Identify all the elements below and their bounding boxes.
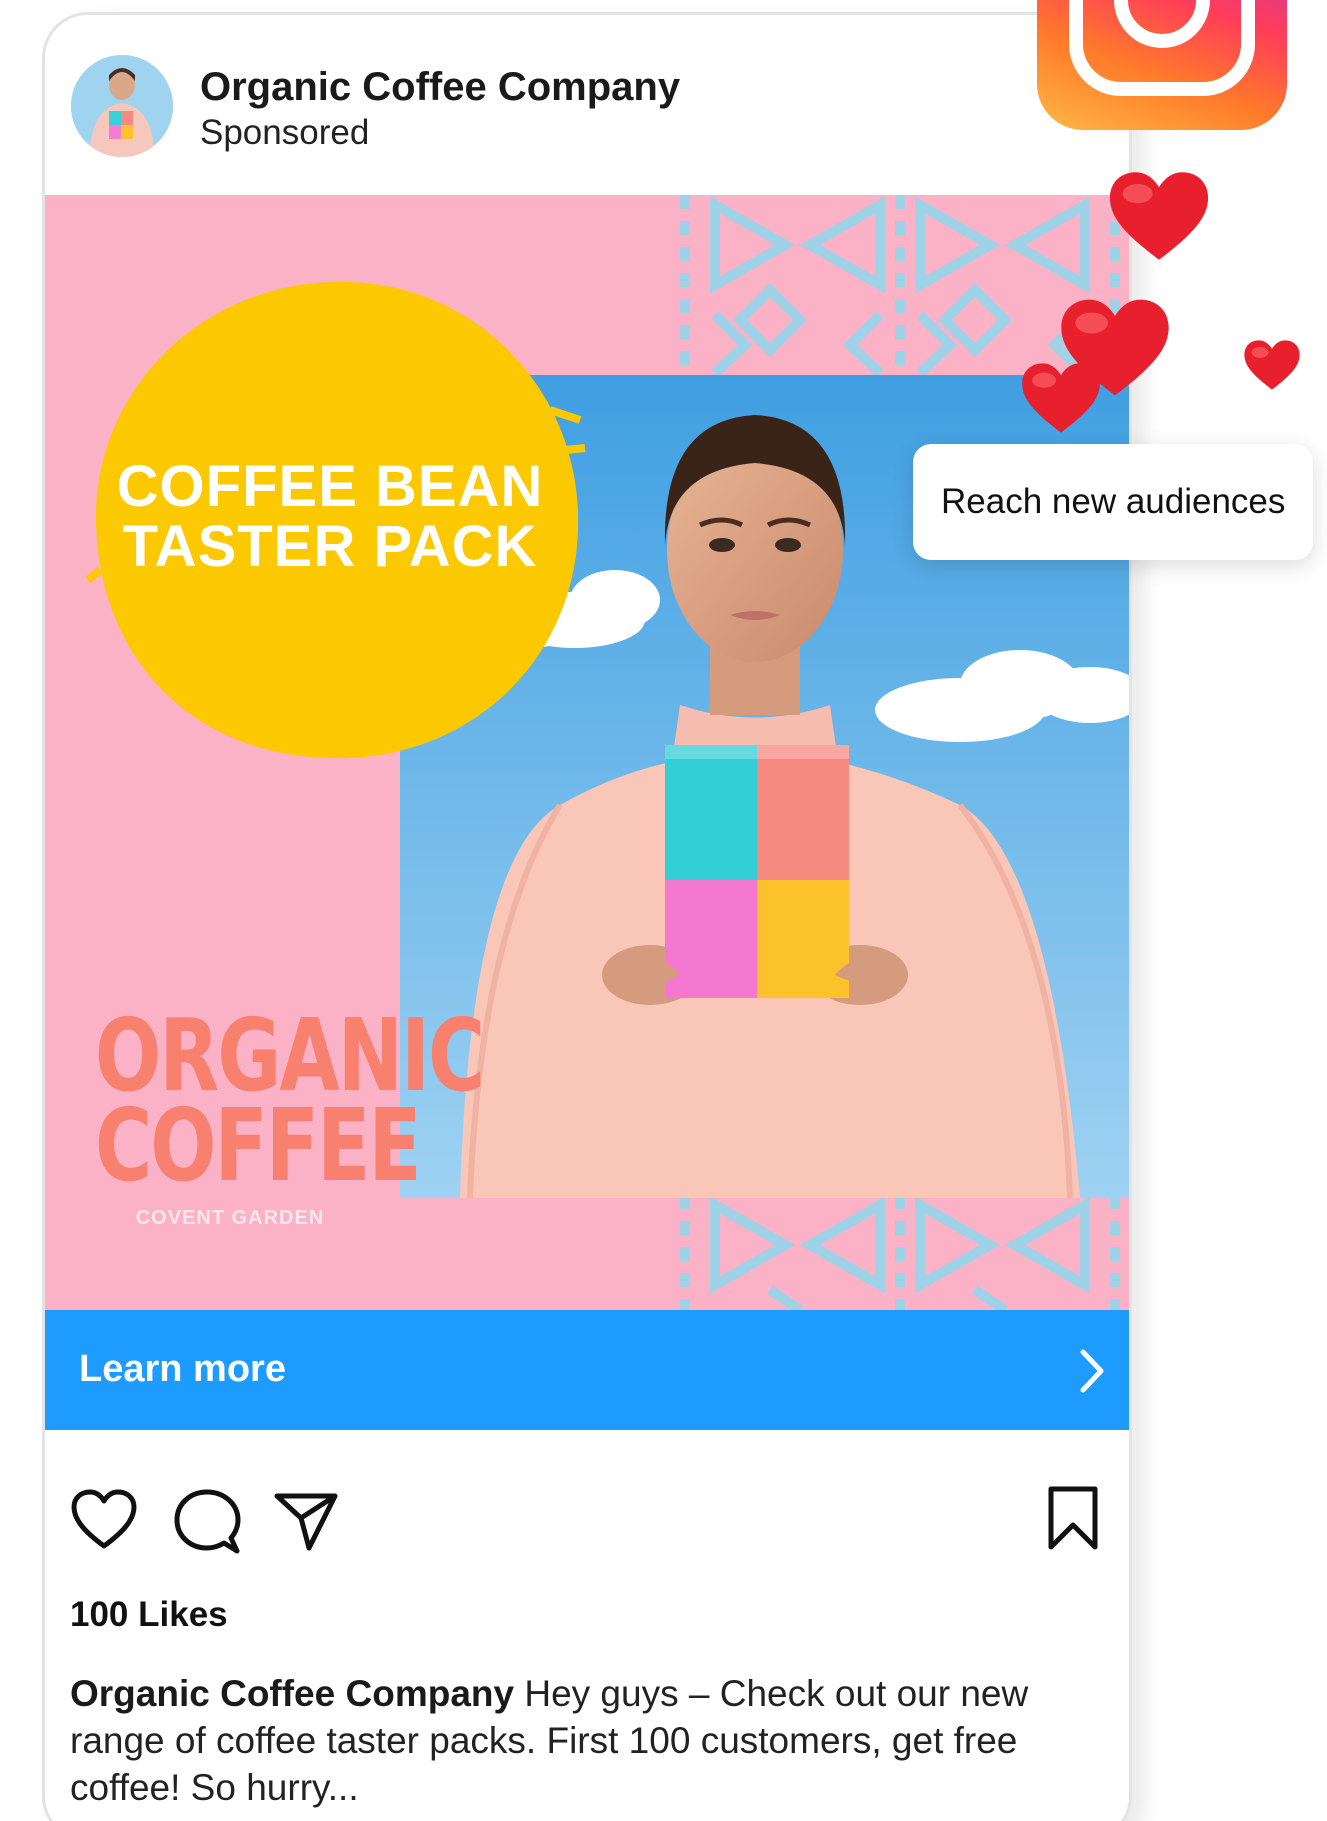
likes-count[interactable]: 100 Likes [70, 1595, 228, 1635]
share-icon[interactable] [273, 1490, 339, 1552]
post-caption: Organic Coffee Company Hey guys – Check … [70, 1670, 1105, 1811]
comment-icon[interactable] [173, 1488, 241, 1556]
bubble-text: Reach new audiences [941, 482, 1286, 521]
caption-author[interactable]: Organic Coffee Company [70, 1673, 514, 1714]
headline: COFFEE BEAN TASTER PACK [80, 457, 580, 577]
heart-icon[interactable] [70, 1488, 138, 1550]
heart-decoration-icon [1022, 363, 1100, 433]
headline-line-2: TASTER PACK [122, 514, 538, 579]
geometric-pattern-bottom [680, 1195, 1120, 1310]
chevron-right-icon [1080, 1349, 1104, 1393]
sponsored-label: Sponsored [200, 113, 370, 152]
learn-more-button[interactable]: Learn more [45, 1310, 1129, 1430]
brand-logo-subtitle: COVENT GARDEN [135, 1207, 325, 1229]
avatar-photo [71, 55, 173, 157]
author-name[interactable]: Organic Coffee Company [200, 65, 680, 110]
headline-line-1: COFFEE BEAN [116, 454, 544, 519]
ad-creative-image[interactable]: COFFEE BEAN TASTER PACK ORGANIC COFFEE C… [45, 195, 1129, 1310]
heart-decoration-icon [1109, 172, 1209, 260]
avatar[interactable] [71, 55, 173, 157]
instagram-icon [1037, 0, 1287, 130]
brand-logo-word-2: COFFEE [95, 1089, 422, 1205]
post-header: Organic Coffee Company Sponsored [45, 15, 1129, 195]
post-actions [45, 1430, 1129, 1570]
instagram-post-card: Organic Coffee Company Sponsored COFFEE … [42, 12, 1132, 1821]
heart-decoration-icon [1244, 340, 1300, 390]
learn-more-label: Learn more [79, 1348, 286, 1390]
reach-audiences-bubble: Reach new audiences [913, 444, 1313, 560]
coffee-bag [665, 745, 849, 998]
bookmark-icon[interactable] [1045, 1485, 1101, 1551]
